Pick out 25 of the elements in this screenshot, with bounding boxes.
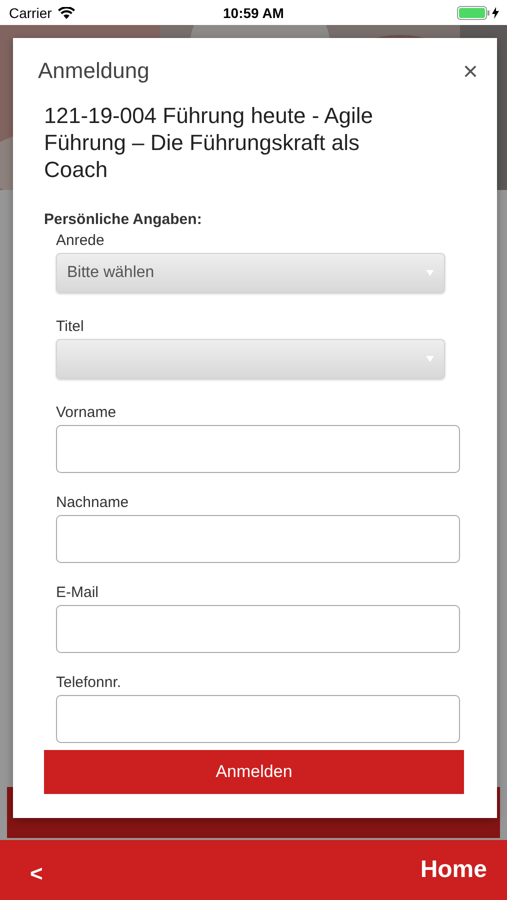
field-label: Titel xyxy=(56,318,85,335)
input-field[interactable] xyxy=(56,425,460,473)
course-title: 121-19-004 Führung heute - Agile Führung – Die Führungskraft als Coach xyxy=(44,102,374,183)
wifi-icon xyxy=(58,6,75,18)
field-label: Vorname xyxy=(56,404,118,421)
close-button[interactable]: × xyxy=(462,58,478,84)
caret-icon xyxy=(426,356,434,362)
field-label: Anrede xyxy=(56,232,106,249)
field-label: Nachname xyxy=(56,494,130,511)
input-field[interactable] xyxy=(56,695,460,743)
caret-icon xyxy=(426,270,434,276)
home-button[interactable]: Home xyxy=(420,856,487,884)
input-field[interactable] xyxy=(56,515,460,563)
select-field[interactable]: Bitte wählen xyxy=(56,253,445,293)
field-label: Telefonnr. xyxy=(56,674,122,691)
field-label: E-Mail xyxy=(56,584,100,601)
section-heading: Persönliche Angaben: xyxy=(44,211,203,228)
dialog-title: Anmeldung xyxy=(38,58,150,84)
select-field[interactable] xyxy=(56,339,445,379)
back-button[interactable]: < xyxy=(30,853,43,887)
input-field[interactable] xyxy=(56,605,460,653)
register-button[interactable]: Anmelden xyxy=(44,750,464,794)
battery-icon xyxy=(457,6,501,20)
carrier-label: Carrier xyxy=(9,4,52,20)
clock-time: 10:59 AM xyxy=(222,4,285,20)
